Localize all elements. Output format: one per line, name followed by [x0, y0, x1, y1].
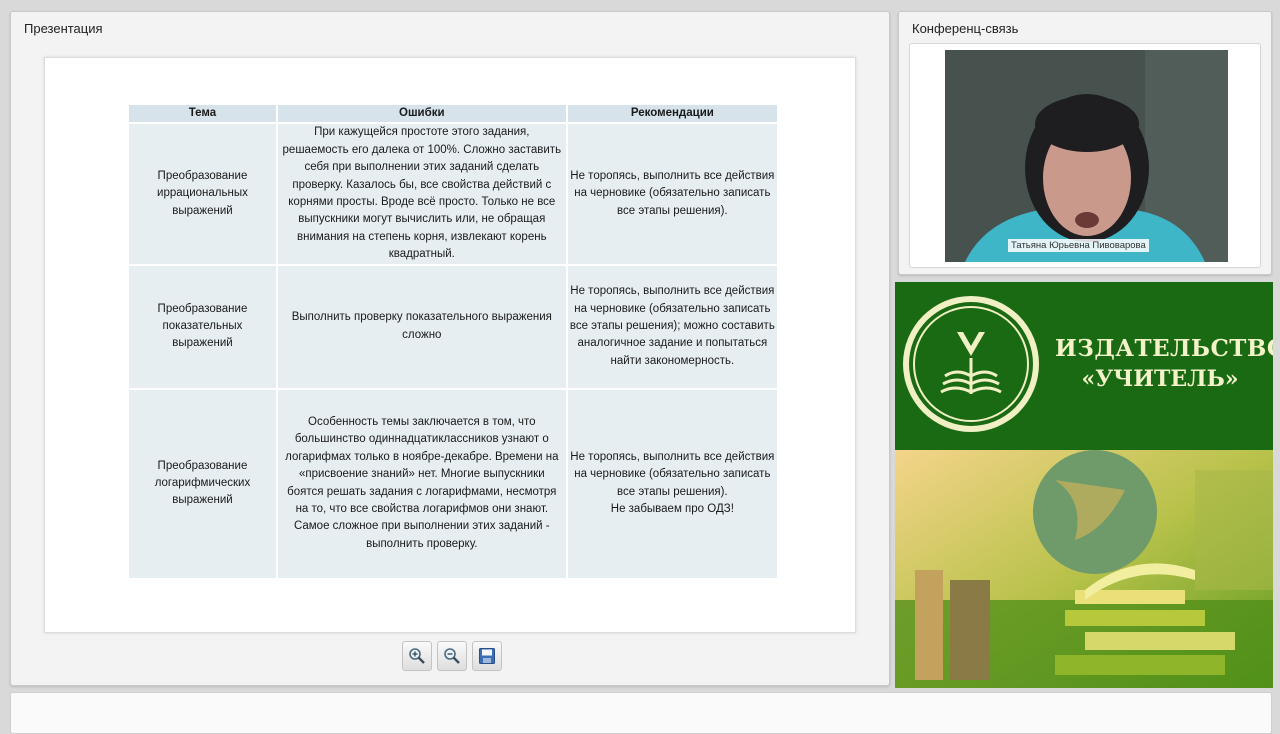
table-cell-errors: При кажущейся простоте этого задания, ре…: [277, 122, 568, 264]
zoom-in-button[interactable]: [402, 641, 432, 671]
column-header-topic: Тема: [129, 105, 278, 123]
conference-panel: Конференц-связь Татьяна Юрьевна Пивоваро…: [898, 11, 1272, 275]
table-cell-topic: Преобразование иррациональных выражений: [129, 122, 278, 264]
table-row: Преобразование иррациональных выражений …: [129, 122, 777, 264]
table-cell-errors: Особенность темы заключается в том, что …: [277, 387, 568, 578]
banner-title-line2: «УЧИТЕЛЬ»: [1081, 366, 1239, 392]
table-cell-recommendation: Не торопясь, выполнить все действия на ч…: [567, 263, 777, 388]
publisher-logo-icon: [903, 296, 1039, 432]
presentation-slide: Тема Ошибки Рекомендации Преобразование …: [44, 57, 856, 633]
bottom-panel: [10, 692, 1272, 734]
column-header-recommendations: Рекомендации: [567, 105, 777, 123]
zoom-in-icon: [409, 648, 425, 664]
table-cell-recommendation: Не торопясь, выполнить все действия на ч…: [567, 122, 777, 264]
participant-figure: [945, 50, 1228, 262]
table-cell-recommendation: Не торопясь, выполнить все действия на ч…: [567, 387, 777, 578]
recommendation-note: Не забываем про ОДЗ!: [610, 503, 734, 516]
table-cell-topic: Преобразование логарифмических выражений: [129, 387, 278, 578]
video-container: Татьяна Юрьевна Пивоварова: [909, 43, 1261, 268]
banner-header: ИЗДАТЕЛЬСТВО «УЧИТЕЛЬ»: [895, 282, 1273, 450]
conference-panel-title: Конференц-связь: [912, 21, 1019, 36]
zoom-out-icon: [444, 648, 460, 664]
presentation-panel-title: Презентация: [24, 21, 103, 36]
presentation-panel: Презентация Тема Ошибки Рекомендации Пре…: [10, 11, 890, 686]
books-globe-illustration: [895, 450, 1273, 688]
publisher-banner: ИЗДАТЕЛЬСТВО «УЧИТЕЛЬ»: [895, 282, 1273, 688]
column-header-errors: Ошибки: [277, 105, 568, 123]
table-cell-errors: Выполнить проверку показательного выраже…: [277, 263, 568, 388]
recommendation-text: Не торопясь, выполнить все действия на ч…: [570, 450, 775, 498]
table-cell-topic: Преобразование показательных выражений: [129, 263, 278, 388]
banner-books-image: [895, 450, 1273, 688]
presentation-toolbar: [402, 641, 502, 671]
slide-table: Тема Ошибки Рекомендации Преобразование …: [129, 105, 777, 578]
zoom-out-button[interactable]: [437, 641, 467, 671]
floppy-save-icon: [479, 648, 495, 664]
table-row: Преобразование логарифмических выражений…: [129, 387, 777, 578]
table-row: Преобразование показательных выражений В…: [129, 263, 777, 388]
participant-video[interactable]: Татьяна Юрьевна Пивоварова: [945, 50, 1228, 262]
table-header-row: Тема Ошибки Рекомендации: [129, 105, 777, 123]
save-button[interactable]: [472, 641, 502, 671]
banner-title-line1: ИЗДАТЕЛЬСТВО: [1055, 335, 1273, 362]
participant-name-label: Татьяна Юрьевна Пивоварова: [1008, 239, 1149, 252]
